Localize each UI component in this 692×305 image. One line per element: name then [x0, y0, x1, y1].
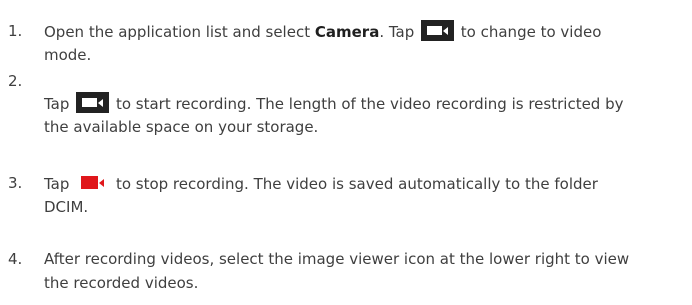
step-text-part: to start recording. The length of the vi… — [111, 95, 624, 113]
step-text-line: the recorded videos. — [44, 274, 199, 292]
video-camera-icon — [421, 20, 455, 41]
step-text-part: to change to video — [456, 23, 602, 41]
step-number: 3. — [8, 174, 23, 192]
step-text-line: After recording videos, select the image… — [44, 250, 630, 268]
stop-record-icon — [76, 172, 110, 193]
step-text-line: mode. — [44, 46, 92, 64]
step-text-part: Tap — [44, 95, 75, 113]
step-number: 4. — [8, 250, 23, 268]
step-text-part: Tap — [44, 175, 75, 193]
step-text-line: DCIM. — [44, 198, 89, 216]
step-text-part: . Tap — [379, 23, 420, 41]
video-camera-icon — [76, 92, 110, 113]
step-number: 1. — [8, 22, 23, 40]
camera-app-name: Camera — [314, 23, 380, 41]
step-text-line: the available space on your storage. — [44, 118, 319, 136]
step-number: 2. — [8, 72, 23, 90]
step-text-part: Open the application list and select — [44, 23, 315, 41]
step-text-part: to stop recording. The video is saved au… — [111, 175, 598, 193]
